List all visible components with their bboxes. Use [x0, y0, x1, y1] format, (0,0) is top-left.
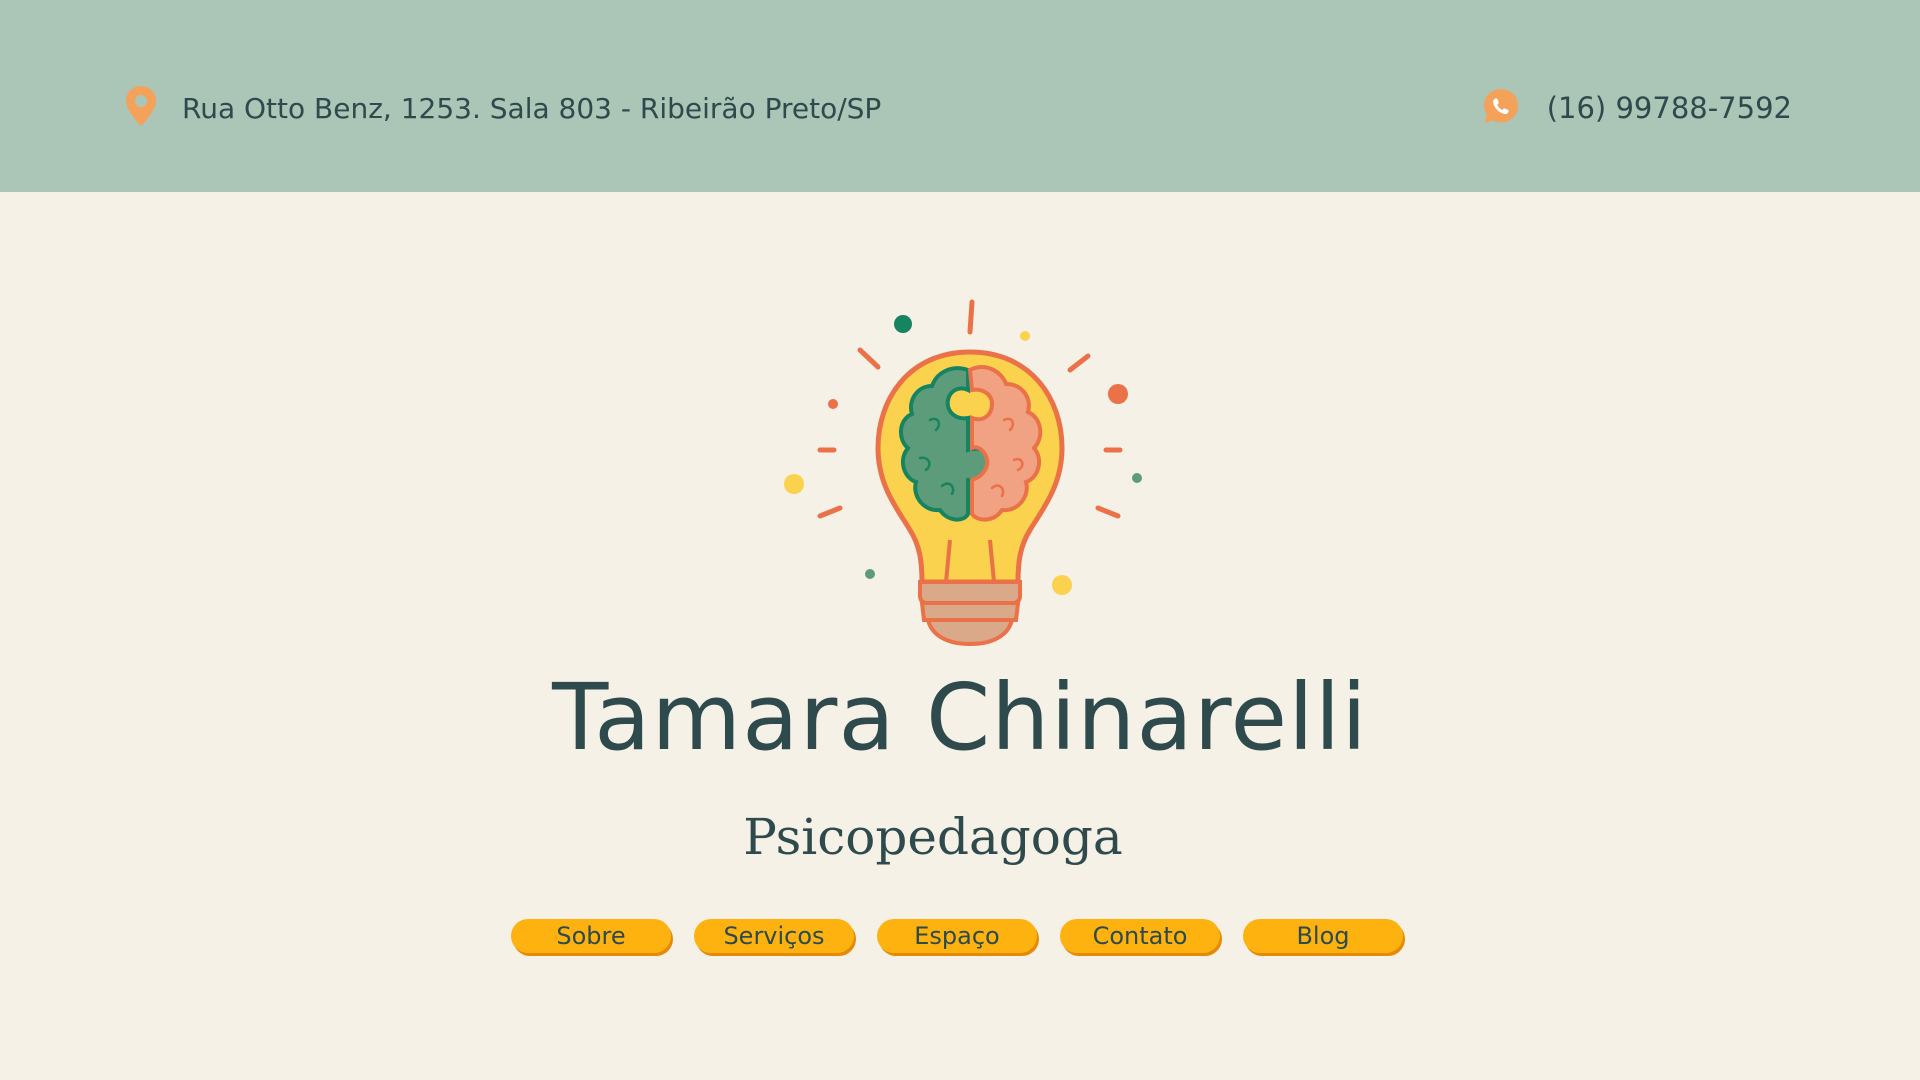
location-pin-icon	[124, 84, 158, 132]
main-nav: Sobre Serviços Espaço Contato Blog	[511, 919, 1403, 953]
lightbulb-brain-icon	[770, 290, 1150, 660]
whatsapp-icon	[1481, 86, 1521, 130]
phone-text: (16) 99788-7592	[1546, 91, 1792, 125]
nav-sobre-button[interactable]: Sobre	[511, 919, 671, 953]
nav-espaco-button[interactable]: Espaço	[877, 919, 1037, 953]
nav-contato-button[interactable]: Contato	[1060, 919, 1220, 953]
address-info: Rua Otto Benz, 1253. Sala 803 - Ribeirão…	[124, 84, 881, 132]
nav-servicos-button[interactable]: Serviços	[694, 919, 854, 953]
nav-blog-button[interactable]: Blog	[1243, 919, 1403, 953]
phone-info[interactable]: (16) 99788-7592	[1481, 84, 1792, 132]
top-bar: Rua Otto Benz, 1253. Sala 803 - Ribeirão…	[0, 0, 1920, 192]
page-title: Tamara Chinarelli	[552, 664, 1368, 771]
page-subtitle: Psicopedagoga	[743, 808, 1123, 866]
address-text: Rua Otto Benz, 1253. Sala 803 - Ribeirão…	[182, 91, 882, 125]
